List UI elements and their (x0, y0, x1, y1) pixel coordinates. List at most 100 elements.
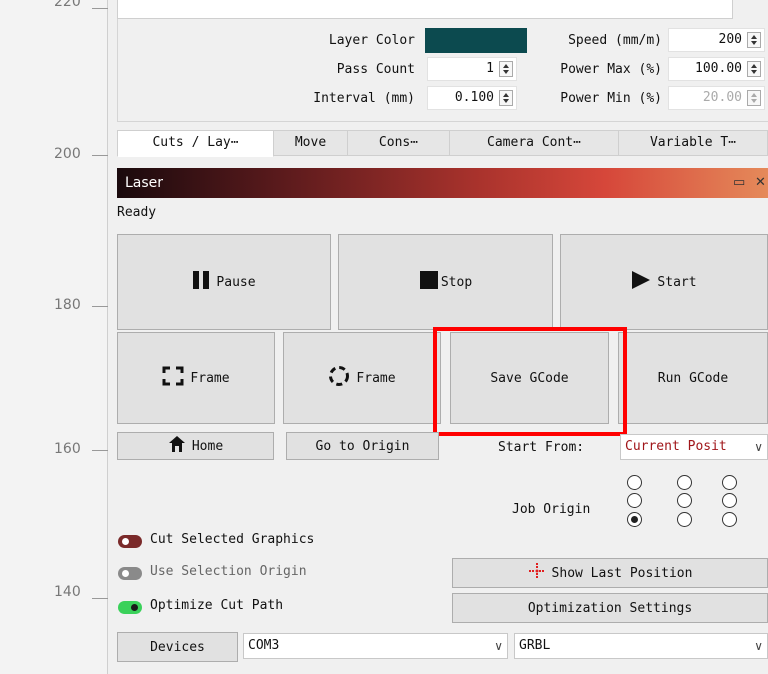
job-origin-radio[interactable] (627, 475, 642, 490)
devices-button[interactable]: Devices (117, 632, 238, 662)
tab-cuts-layers[interactable]: Cuts / Lay⋯ (117, 130, 274, 157)
spin-arrows-icon[interactable] (499, 90, 513, 106)
speed-spinbox[interactable]: 200 (668, 28, 765, 52)
speed-label: Speed (mm/m) (568, 33, 662, 48)
laser-status: Ready (117, 205, 157, 220)
ruler-label: 200 (54, 146, 81, 162)
start-from-value: Current Posit (625, 439, 727, 454)
chevron-down-icon: ∨ (494, 639, 503, 653)
frame-rectangle-button[interactable]: Frame (117, 332, 275, 424)
optimization-settings-button[interactable]: Optimization Settings (452, 593, 768, 623)
interval-value: 0.100 (454, 90, 494, 105)
go-to-origin-button[interactable]: Go to Origin (286, 432, 439, 460)
show-last-position-button[interactable]: Show Last Position (452, 558, 768, 588)
stop-label: Stop (440, 274, 473, 290)
interval-label: Interval (mm) (313, 91, 415, 106)
frame-rectangle-icon (162, 366, 184, 390)
ruler-tick (92, 598, 108, 599)
start-from-label: Start From: (498, 440, 585, 455)
ruler-tick (92, 306, 108, 307)
devices-label: Devices (150, 639, 205, 655)
ruler-label: 160 (54, 441, 81, 457)
crosshair-icon (528, 562, 546, 584)
laser-title: Laser (125, 175, 164, 191)
frame-circle-label: Frame (356, 370, 396, 386)
layer-list[interactable] (117, 0, 733, 19)
spin-arrows-icon[interactable] (747, 90, 761, 106)
optimize-cut-path-toggle[interactable] (118, 601, 142, 614)
frame-rectangle-label: Frame (190, 370, 230, 386)
ruler-tick (92, 155, 108, 156)
ruler-label: 180 (54, 297, 81, 313)
laser-window-titlebar: Laser ▭ ✕ (117, 168, 768, 198)
home-button[interactable]: Home (117, 432, 274, 460)
job-origin-radio[interactable] (722, 512, 737, 527)
power-min-label: Power Min (%) (560, 91, 662, 106)
pause-label: Pause (216, 274, 256, 290)
job-origin-radio[interactable] (722, 493, 737, 508)
port-select[interactable]: COM3 ∨ (243, 633, 508, 659)
pass-count-spinbox[interactable]: 1 (427, 57, 517, 81)
layer-color-swatch[interactable] (425, 28, 527, 53)
ruler-tick (92, 450, 108, 451)
show-last-position-label: Show Last Position (551, 565, 693, 581)
tab-variable-text[interactable]: Variable T⋯ (618, 130, 768, 156)
frame-circle-icon (328, 365, 350, 391)
spin-arrows-icon[interactable] (499, 61, 513, 77)
stop-icon (419, 270, 439, 294)
ruler-label: 220 (54, 0, 81, 10)
layer-color-label: Layer Color (328, 33, 415, 48)
interval-spinbox[interactable]: 0.100 (427, 86, 517, 110)
spin-arrows-icon[interactable] (747, 61, 761, 77)
pass-count-label: Pass Count (336, 62, 415, 77)
run-gcode-label: Run GCode (657, 370, 729, 386)
play-icon (631, 270, 651, 294)
frame-circle-button[interactable]: Frame (283, 332, 441, 424)
tab-console[interactable]: Cons⋯ (347, 130, 450, 156)
speed-value: 200 (718, 32, 742, 47)
chevron-down-icon: ∨ (754, 440, 763, 454)
highlight-box (433, 327, 627, 436)
stop-button[interactable]: Stop (338, 234, 553, 330)
job-origin-radio[interactable] (677, 493, 692, 508)
job-origin-radio-selected[interactable] (627, 512, 642, 527)
power-max-label: Power Max (%) (560, 62, 662, 77)
go-to-origin-label: Go to Origin (315, 438, 410, 454)
optimize-cut-path-label: Optimize Cut Path (150, 598, 284, 613)
port-value: COM3 (248, 638, 280, 653)
use-selection-origin-toggle[interactable] (118, 567, 142, 580)
pass-count-value: 1 (486, 61, 494, 76)
cut-selected-toggle[interactable] (118, 535, 142, 548)
home-icon (168, 435, 186, 457)
power-max-value: 100.00 (695, 61, 742, 76)
optimization-settings-label: Optimization Settings (527, 600, 693, 616)
job-origin-radio[interactable] (677, 475, 692, 490)
controller-select[interactable]: GRBL ∨ (514, 633, 768, 659)
chevron-down-icon: ∨ (754, 639, 763, 653)
close-icon[interactable]: ✕ (755, 168, 766, 198)
start-from-select[interactable]: Current Posit ∨ (620, 434, 768, 460)
controller-value: GRBL (519, 638, 551, 653)
tab-camera-control[interactable]: Camera Cont⋯ (449, 130, 619, 156)
restore-icon[interactable]: ▭ (733, 168, 745, 198)
job-origin-radio[interactable] (627, 493, 642, 508)
ruler-tick (92, 8, 108, 9)
spin-arrows-icon[interactable] (747, 32, 761, 48)
power-max-spinbox[interactable]: 100.00 (668, 57, 765, 81)
tab-move[interactable]: Move (273, 130, 348, 156)
power-min-spinbox[interactable]: 20.00 (668, 86, 765, 110)
use-selection-origin-label: Use Selection Origin (150, 564, 307, 579)
job-origin-radio[interactable] (722, 475, 737, 490)
pause-icon (192, 270, 210, 294)
start-button[interactable]: Start (560, 234, 768, 330)
pause-button[interactable]: Pause (117, 234, 331, 330)
start-label: Start (657, 274, 697, 290)
cut-selected-label: Cut Selected Graphics (150, 532, 315, 547)
ruler-label: 140 (54, 584, 81, 600)
vertical-ruler: 220 200 180 160 140 (0, 0, 108, 674)
job-origin-label: Job Origin (512, 502, 591, 517)
run-gcode-button[interactable]: Run GCode (618, 332, 768, 424)
power-min-value: 20.00 (702, 90, 742, 105)
home-label: Home (191, 438, 224, 454)
job-origin-radio[interactable] (677, 512, 692, 527)
